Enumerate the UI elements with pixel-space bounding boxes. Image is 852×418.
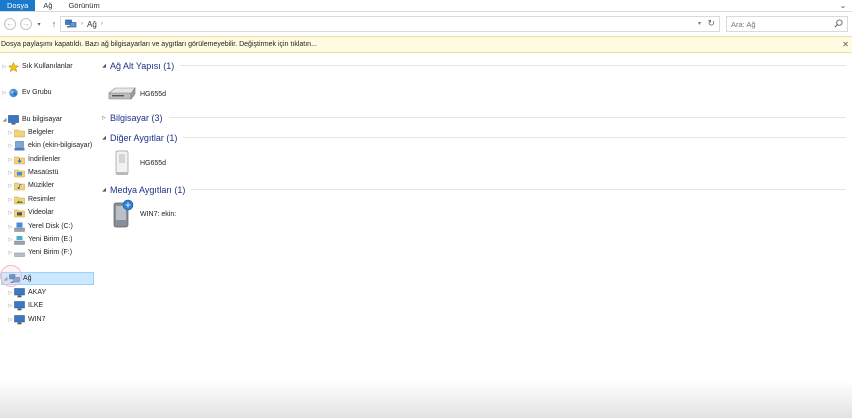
expand-arrow-icon[interactable]: ▷ [7,224,14,230]
network-icon [65,19,77,29]
tab-file[interactable]: Dosya [0,0,36,11]
bottom-fade [0,380,852,418]
navigation-bar: ← → ▾ ↑ › Ağ › ▾ ↻ [0,13,852,35]
click-highlight [0,265,22,287]
nav-item-desktop[interactable]: ▷ Masaüstü [7,166,58,179]
nav-item-volume-e[interactable]: ▷ Yeni Birim (E:) [7,233,72,246]
collapse-arrow-icon[interactable]: ◢ [100,187,108,193]
expand-arrow-icon[interactable]: ▷ [7,290,14,296]
info-bar[interactable]: Dosya paylaşımı kapatıldı. Bazı ağ bilgi… [0,36,852,53]
close-icon[interactable]: ✕ [842,40,849,49]
expand-arrow-icon[interactable]: ▷ [7,197,14,203]
device-item-other[interactable]: HG655d [106,150,166,176]
star-icon [8,61,19,72]
breadcrumb-network[interactable]: Ağ [87,20,97,29]
nav-item-music[interactable]: ▷ Müzikler [7,179,54,192]
navigation-pane: ▷ Sık Kullanılanlar ▷ Ev Grubu ◢ Bu bilg… [0,55,100,385]
nav-item-videos[interactable]: ▷ Videolar [7,206,54,219]
nav-item-computer-akay[interactable]: ▷ AKAY [7,286,46,299]
nav-item-user-folder[interactable]: ▷ ekin (ekin-bilgisayar) [7,139,92,152]
music-folder-icon [14,181,25,191]
content-area: ◢ Ağ Alt Yapısı (1) HG655d ▷ Bilgisayar … [100,55,852,385]
ribbon-tabs: Dosya Ağ Görünüm ⌄ [0,0,852,12]
breadcrumb-chevron-icon[interactable]: › [101,21,103,27]
forward-button[interactable]: → [20,18,32,30]
collapse-arrow-icon[interactable]: ◢ [100,135,108,141]
breadcrumb-separator-icon[interactable]: › [81,21,83,27]
nav-item-computer-ilke[interactable]: ▷ ILKE [7,299,43,312]
expand-arrow-icon[interactable]: ▷ [7,183,14,189]
group-divider [183,137,846,138]
desktop-folder-icon [14,168,25,178]
nav-item-local-disk-c[interactable]: ▷ Yerel Disk (C:) [7,220,73,233]
tab-network[interactable]: Ağ [35,0,60,11]
group-header-other-devices[interactable]: ◢ Diğer Aygıtlar (1) [100,131,850,144]
system-drive-icon [14,222,25,232]
refresh-icon[interactable]: ↻ [707,18,715,29]
address-bar[interactable]: › Ağ › ▾ ↻ [60,16,720,32]
network-drive-icon [14,140,25,151]
nav-item-computer-win7[interactable]: ▷ WIN7 [7,313,46,326]
computer-icon [14,314,25,325]
collapse-arrow-icon[interactable]: ◢ [1,117,8,123]
address-dropdown-icon[interactable]: ▾ [698,20,701,27]
group-header-computers[interactable]: ▷ Bilgisayar (3) [100,111,850,124]
tab-view[interactable]: Görünüm [60,0,107,11]
expand-arrow-icon[interactable]: ▷ [7,303,14,309]
search-icon [834,19,843,28]
group-header-media-devices[interactable]: ◢ Medya Aygıtları (1) [100,183,850,196]
nav-item-homegroup[interactable]: ▷ Ev Grubu [1,86,52,99]
expand-ribbon-icon[interactable]: ⌄ [838,0,848,11]
recent-locations-chevron-icon[interactable]: ▾ [35,18,43,30]
back-button[interactable]: ← [4,18,16,30]
group-divider [191,189,846,190]
search-input[interactable] [731,19,831,29]
expand-arrow-icon[interactable]: ▷ [7,170,14,176]
router-icon [106,81,138,107]
downloads-folder-icon [14,155,25,165]
device-tower-icon [106,150,138,176]
device-item-media-server[interactable]: WIN7: ekin: [106,199,176,228]
group-divider [168,117,846,118]
search-box[interactable] [726,16,848,32]
nav-item-volume-f[interactable]: ▷ Yeni Birim (F:) [7,246,72,259]
group-divider [180,65,846,66]
videos-folder-icon [14,208,25,218]
device-item-router[interactable]: HG655d [106,81,166,107]
expand-arrow-icon[interactable]: ▷ [7,317,14,323]
collapse-arrow-icon[interactable]: ◢ [100,63,108,69]
homegroup-icon [8,88,19,98]
nav-item-pictures[interactable]: ▷ Resimler [7,193,56,206]
expand-arrow-icon[interactable]: ▷ [7,250,14,256]
expand-arrow-icon[interactable]: ▷ [7,210,14,216]
pictures-folder-icon [14,195,25,205]
computer-icon [14,287,25,298]
computer-icon [8,114,19,125]
info-bar-message[interactable]: Dosya paylaşımı kapatıldı. Bazı ağ bilgi… [1,41,317,48]
computer-icon [14,300,25,311]
group-header-network-infrastructure[interactable]: ◢ Ağ Alt Yapısı (1) [100,59,850,72]
expand-arrow-icon[interactable]: ▷ [7,143,14,149]
nav-item-this-pc[interactable]: ◢ Bu bilgisayar [1,113,62,126]
media-server-icon [106,199,138,228]
expand-arrow-icon[interactable]: ▷ [1,90,8,96]
expand-arrow-icon[interactable]: ▷ [100,115,108,121]
expand-arrow-icon[interactable]: ▷ [1,64,8,70]
drive-icon [14,248,25,258]
nav-item-documents[interactable]: ▷ Belgeler [7,126,54,139]
expand-arrow-icon[interactable]: ▷ [7,237,14,243]
nav-item-favorites[interactable]: ▷ Sık Kullanılanlar [1,60,73,73]
up-button[interactable]: ↑ [49,18,59,30]
folder-icon [14,128,25,138]
nav-item-downloads[interactable]: ▷ İndirilenler [7,153,60,166]
drive-icon [14,235,25,245]
expand-arrow-icon[interactable]: ▷ [7,157,14,163]
expand-arrow-icon[interactable]: ▷ [7,130,14,136]
